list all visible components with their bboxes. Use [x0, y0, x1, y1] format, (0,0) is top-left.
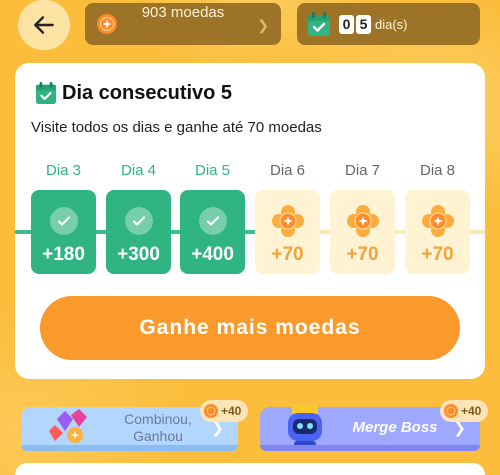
day-label: Dia 5 — [194, 162, 231, 179]
coin-pile-icon — [271, 205, 304, 237]
earn-more-coins-button[interactable]: Ganhe mais moedas — [40, 296, 460, 360]
day-reward-amount: +180 — [42, 244, 85, 265]
gems-icon — [49, 409, 87, 443]
day-label: Dia 8 — [419, 162, 456, 179]
card-shade — [21, 445, 238, 451]
day-reward-amount: +70 — [271, 244, 304, 265]
calendar-check-icon — [308, 12, 330, 36]
day-item-6: Dia 6 +70 — [255, 162, 320, 274]
day-label: Dia 4 — [120, 162, 157, 179]
day-reward-box: +70 — [255, 190, 320, 274]
bonus-badge: +40 — [440, 400, 489, 422]
day-reward-amount: +300 — [117, 244, 160, 265]
check-icon — [198, 207, 227, 235]
arrow-left-icon — [34, 16, 54, 34]
check-icon — [124, 207, 153, 235]
coin-icon — [204, 404, 218, 418]
card-shade — [260, 445, 480, 451]
day-item-7: Dia 7 +70 — [330, 162, 395, 274]
next-card-peek — [15, 463, 485, 475]
game-name: Combinou, Ganhou — [124, 411, 192, 444]
day-item-3: Dia 3 +180 — [31, 162, 96, 274]
coins-balance-pill[interactable]: 903 moedas ❯ — [85, 3, 281, 45]
day-reward-box: +180 — [31, 190, 96, 274]
check-icon — [49, 207, 78, 235]
day-item-5: Dia 5 +400 — [180, 162, 245, 274]
day-label: Dia 6 — [269, 162, 306, 179]
day-reward-box: +70 — [330, 190, 395, 274]
day-item-8: Dia 8 +70 — [405, 162, 470, 274]
coin-pile-icon — [421, 205, 454, 237]
card-title: Dia consecutivo 5 — [62, 81, 233, 104]
coins-balance-text: 903 moedas — [141, 4, 225, 21]
streak-digit-2: 5 — [356, 15, 371, 34]
back-button[interactable] — [18, 0, 70, 50]
day-reward-amount: +400 — [191, 244, 234, 265]
calendar-check-icon — [35, 82, 57, 104]
bonus-badge: +40 — [200, 400, 249, 422]
day-reward-box: +400 — [180, 190, 245, 274]
streak-digit-1: 0 — [339, 15, 354, 34]
game-name: Merge Boss — [352, 419, 438, 436]
day-label: Dia 3 — [45, 162, 82, 179]
card-subtitle: Visite todos os dias e ganhe até 70 moed… — [31, 119, 322, 136]
bonus-amount: +40 — [221, 404, 242, 418]
day-reward-box: +300 — [106, 190, 171, 274]
bonus-amount: +40 — [461, 404, 482, 418]
day-item-4: Dia 4 +300 — [106, 162, 171, 274]
streak-unit-label: dia(s) — [375, 17, 408, 32]
streak-pill: 0 5 dia(s) — [297, 3, 480, 45]
day-reward-box: +70 — [405, 190, 470, 274]
card-title-row: Dia consecutivo 5 — [35, 81, 232, 105]
chevron-right-icon: ❯ — [257, 17, 269, 33]
daily-checkin-card: Dia consecutivo 5 Visite todos os dias e… — [15, 63, 485, 379]
day-reward-amount: +70 — [421, 244, 454, 265]
day-label: Dia 7 — [344, 162, 381, 179]
day-reward-amount: +70 — [346, 244, 379, 265]
coin-pile-icon — [346, 205, 379, 237]
coin-icon — [444, 404, 458, 418]
